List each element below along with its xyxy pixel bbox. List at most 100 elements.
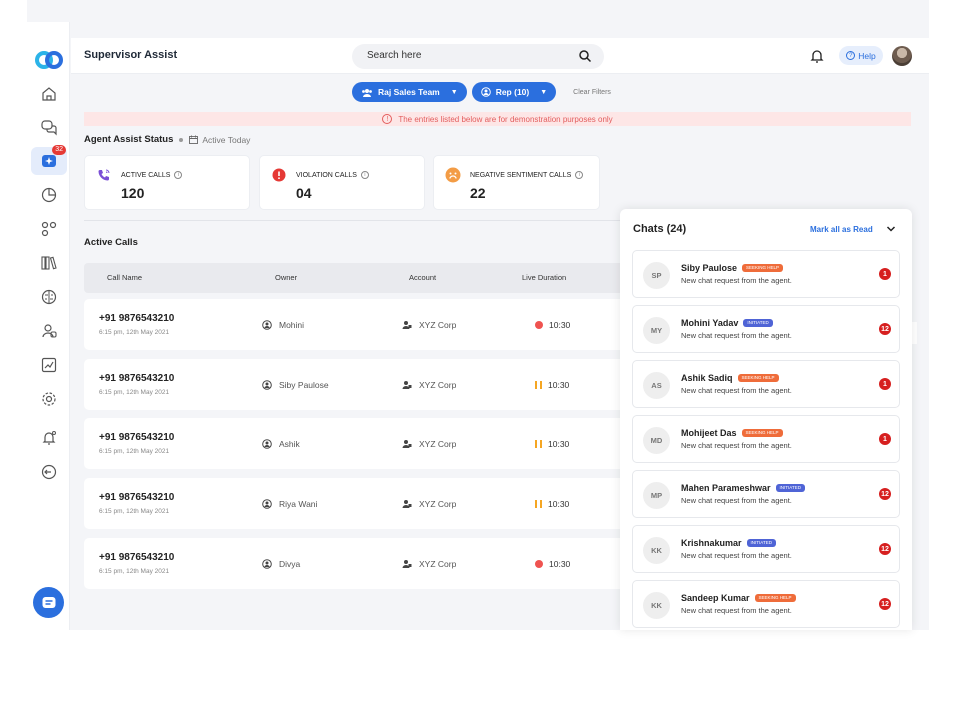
section-divider [84, 220, 624, 221]
table-row[interactable]: +91 9876543210 6:15 pm, 12th May 2021 Mo… [84, 299, 644, 350]
call-phone: +91 9876543210 [99, 552, 175, 563]
chat-name: Mahen Parameshwar [681, 483, 771, 493]
books-icon [41, 256, 57, 270]
phone-call-icon [98, 169, 110, 181]
search-input[interactable] [367, 50, 567, 61]
calendar-icon [189, 135, 199, 144]
bell-icon[interactable] [809, 48, 825, 64]
active-calls-value: 120 [121, 185, 145, 201]
call-phone: +91 9876543210 [99, 492, 175, 503]
team-filter-label: Raj Sales Team [378, 87, 440, 97]
help-button[interactable]: ? Help [839, 46, 883, 65]
chat-name: Krishnakumar [681, 538, 742, 548]
violation-calls-card[interactable]: VIOLATION CALLS i 04 [259, 155, 425, 210]
clear-filters-link[interactable]: Clear Filters [573, 89, 611, 96]
separator-dot [179, 137, 184, 142]
search-icon[interactable] [578, 49, 592, 63]
info-icon[interactable]: i [575, 171, 584, 179]
alert-icon [272, 168, 286, 182]
user-circle-icon [262, 559, 272, 569]
unread-count-badge: 1 [879, 378, 891, 390]
active-calls-label: ACTIVE CALLS [121, 171, 171, 179]
team-filter-dropdown[interactable]: Raj Sales Team ▼ [352, 82, 467, 102]
duration-value: 10:30 [548, 439, 570, 449]
live-duration: 10:30 [535, 380, 569, 390]
top-header: Supervisor Assist ? Help [71, 38, 929, 74]
table-row[interactable]: +91 9876543210 6:15 pm, 12th May 2021 Ri… [84, 478, 644, 529]
chat-name: Mohini Yadav [681, 318, 739, 328]
call-owner: Divya [262, 559, 300, 569]
nav-users[interactable] [31, 317, 67, 345]
mark-all-read-link[interactable]: Mark all as Read [810, 225, 873, 234]
call-time: 6:15 pm, 12th May 2021 [99, 329, 170, 336]
nav-library[interactable] [31, 249, 67, 277]
violation-calls-label-row: VIOLATION CALLS i [296, 171, 369, 179]
table-row[interactable]: +91 9876543210 6:15 pm, 12th May 2021 As… [84, 418, 644, 469]
users-icon [42, 324, 57, 338]
nav-supervisor-assist[interactable]: 32 [31, 145, 67, 175]
search-bar[interactable] [352, 44, 604, 69]
nav-home[interactable] [31, 80, 67, 108]
chat-list-item[interactable]: KK Krishnakumar INITIATED New chat reques… [632, 525, 900, 573]
chat-bubbles-icon [41, 120, 57, 136]
user-avatar[interactable] [892, 46, 912, 66]
info-icon[interactable]: i [174, 171, 183, 179]
chat-list-item[interactable]: MY Mohini Yadav INITIATED New chat reques… [632, 305, 900, 353]
status-badge: SEEKING HELP [742, 264, 784, 272]
chat-name-row: Krishnakumar INITIATED [681, 538, 776, 548]
help-label: Help [858, 50, 876, 61]
table-row[interactable]: +91 9876543210 6:15 pm, 12th May 2021 Si… [84, 359, 644, 410]
chat-list-item[interactable]: MP Mahen Parameshwar INITIATED New chat r… [632, 470, 900, 518]
call-owner: Ashik [262, 439, 300, 449]
negative-sentiment-card[interactable]: NEGATIVE SENTIMENT CALLS i 22 [433, 155, 600, 210]
logout-icon [41, 464, 57, 480]
owner-name: Ashik [279, 439, 300, 449]
nav-integrations[interactable] [31, 215, 67, 243]
chat-list-item[interactable]: AS Ashik Sadiq SEEKING HELP New chat requ… [632, 360, 900, 408]
nav-settings[interactable] [31, 385, 67, 413]
rep-filter-dropdown[interactable]: Rep (10) ▼ [471, 82, 557, 102]
user-circle-icon [262, 380, 272, 390]
chat-list-item[interactable]: MD Mohijeet Das SEEKING HELP New chat req… [632, 415, 900, 463]
chevron-down-icon[interactable] [885, 223, 897, 235]
chat-list-item[interactable]: KK Sandeep Kumar SEEKING HELP New chat re… [632, 580, 900, 628]
help-circle-icon: ? [846, 51, 856, 60]
call-time: 6:15 pm, 12th May 2021 [99, 389, 170, 396]
duration-value: 10:30 [548, 380, 570, 390]
column-header-live-duration[interactable]: Live Duration [522, 273, 566, 282]
nav-analytics[interactable] [31, 181, 67, 209]
chat-avatar: MD [643, 427, 670, 454]
unread-count-badge: 12 [879, 323, 891, 335]
status-badge: SEEKING HELP [737, 374, 779, 382]
active-calls-card[interactable]: ACTIVE CALLS i 120 [84, 155, 250, 210]
nav-reports[interactable] [31, 351, 67, 379]
owner-name: Mohini [279, 320, 305, 330]
column-header-call-name[interactable]: Call Name [107, 273, 142, 282]
chat-name-row: Mohini Yadav INITIATED [681, 318, 773, 328]
notification-badge: 32 [52, 145, 66, 155]
chat-list-item[interactable]: SP Siby Paulose SEEKING HELP New chat req… [632, 250, 900, 298]
column-header-account[interactable]: Account [409, 273, 436, 282]
account-name: XYZ Corp [419, 380, 457, 390]
recording-icon [535, 560, 543, 568]
period-selector[interactable]: Active Today [189, 135, 250, 145]
table-row[interactable]: +91 9876543210 6:15 pm, 12th May 2021 Di… [84, 538, 644, 589]
table-header: Call Name Owner Account Live Duration [84, 263, 644, 293]
column-header-owner[interactable]: Owner [275, 273, 297, 282]
nav-conversations[interactable] [31, 113, 67, 141]
nav-ai-brain[interactable] [31, 283, 67, 311]
chat-name-row: Sandeep Kumar SEEKING HELP [681, 593, 796, 603]
period-label: Active Today [202, 134, 251, 145]
owner-name: Riya Wani [279, 499, 318, 509]
unread-count-badge: 12 [879, 488, 891, 500]
filter-bar: Raj Sales Team ▼ Rep (10) ▼ Clear Filter… [352, 82, 611, 102]
nav-notifications[interactable] [31, 424, 67, 452]
unread-count-badge: 12 [879, 598, 891, 610]
call-phone: +91 9876543210 [99, 432, 175, 443]
info-icon[interactable]: i [360, 171, 369, 179]
team-icon [362, 88, 372, 97]
nav-logout[interactable] [31, 458, 67, 486]
recording-icon [535, 321, 543, 329]
chat-fab-button[interactable] [33, 587, 64, 618]
pause-icon [535, 500, 542, 508]
